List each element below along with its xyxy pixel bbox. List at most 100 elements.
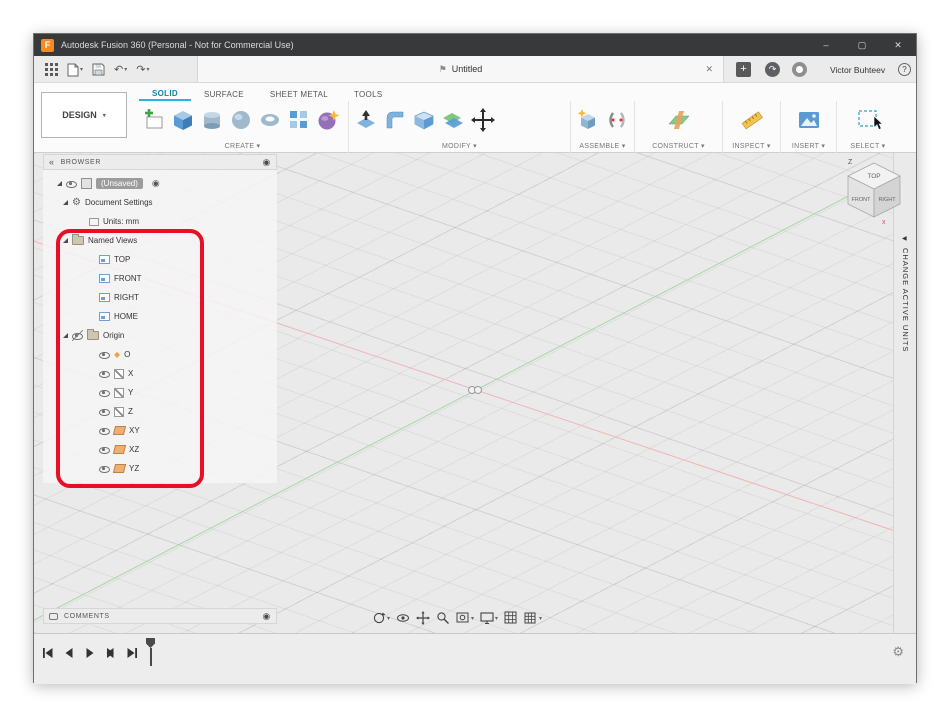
timeline-marker[interactable] <box>146 638 155 666</box>
user-account-button[interactable]: Victor Buhteev <box>830 56 885 83</box>
browser-item-y-axis[interactable]: Y <box>43 383 277 402</box>
expand-triangle-icon[interactable] <box>57 181 62 186</box>
grid-settings-icon[interactable]: ▾ <box>524 611 542 625</box>
viewport[interactable]: « BROWSER ◉ (Unsaved) ◉ ⚙ Document Setti… <box>34 153 916 633</box>
expand-triangle-icon[interactable] <box>63 238 68 243</box>
browser-item-home-view[interactable]: HOME <box>43 307 277 326</box>
display-settings-icon[interactable]: ▾ <box>480 611 498 625</box>
timeline-settings-gear-icon[interactable]: ⚙ <box>892 644 904 660</box>
joint-icon[interactable] <box>605 108 629 137</box>
insert-menu[interactable]: INSERT ▾ <box>786 142 831 152</box>
select-menu[interactable]: SELECT ▾ <box>842 142 894 152</box>
document-tab[interactable]: ⚑ Untitled ✕ <box>197 56 724 82</box>
browser-item-right-view[interactable]: RIGHT <box>43 288 277 307</box>
activate-component-icon[interactable]: ◉ <box>152 178 160 189</box>
visibility-eye-icon[interactable] <box>99 406 110 417</box>
measure-icon[interactable] <box>740 108 764 137</box>
inspect-menu[interactable]: INSPECT ▾ <box>728 142 775 152</box>
caret-down-icon: ▾ <box>471 615 475 622</box>
construct-menu[interactable]: CONSTRUCT ▾ <box>640 142 717 152</box>
box-icon[interactable] <box>171 108 195 137</box>
expand-triangle-icon[interactable] <box>63 200 68 205</box>
file-menu-icon[interactable]: ▾ <box>67 63 83 77</box>
notification-icon[interactable] <box>792 62 807 77</box>
comments-circle-icon[interactable]: ◉ <box>263 611 271 622</box>
visibility-eye-icon[interactable] <box>99 349 110 360</box>
sphere-icon[interactable] <box>229 108 253 137</box>
expand-triangle-icon[interactable] <box>63 333 68 338</box>
visibility-eye-icon[interactable] <box>66 178 77 189</box>
save-icon[interactable] <box>92 63 105 76</box>
press-pull-icon[interactable] <box>354 108 378 137</box>
shell-icon[interactable] <box>412 108 436 137</box>
orbit-icon[interactable]: ▾ <box>372 611 390 625</box>
visibility-eye-icon[interactable] <box>99 444 110 455</box>
visibility-eye-icon[interactable] <box>99 463 110 474</box>
undo-icon[interactable]: ↶ ▾ <box>114 63 127 76</box>
visibility-eye-icon[interactable] <box>99 368 110 379</box>
create-menu[interactable]: CREATE ▾ <box>142 142 343 152</box>
browser-item-front-view[interactable]: FRONT <box>43 269 277 288</box>
visibility-eye-icon[interactable] <box>99 387 110 398</box>
close-button[interactable]: ✕ <box>880 34 916 56</box>
workspace-selector[interactable]: DESIGN ▾ <box>41 92 127 138</box>
step-back-icon[interactable] <box>63 646 75 664</box>
insert-image-icon[interactable] <box>797 108 821 137</box>
visibility-eye-icon[interactable] <box>99 425 110 436</box>
change-active-units-link[interactable]: CHANGE ACTIVE UNITS <box>901 248 910 352</box>
job-status-icon[interactable]: ↷ <box>765 62 780 77</box>
step-forward-icon[interactable] <box>105 646 117 664</box>
browser-item-document-settings[interactable]: ⚙ Document Settings <box>43 193 277 212</box>
fillet-icon[interactable] <box>383 108 407 137</box>
cylinder-icon[interactable] <box>200 108 224 137</box>
assemble-menu[interactable]: ASSEMBLE ▾ <box>576 142 629 152</box>
torus-icon[interactable] <box>258 108 282 137</box>
pattern-icon[interactable] <box>287 108 311 137</box>
redo-icon[interactable]: ↷ ▾ <box>136 63 149 76</box>
combine-icon[interactable] <box>441 108 465 137</box>
help-button[interactable]: ? <box>898 63 911 76</box>
browser-item-yz-plane[interactable]: YZ <box>43 459 277 478</box>
browser-item-units[interactable]: Units: mm <box>43 212 277 231</box>
svg-text:FRONT: FRONT <box>852 197 872 203</box>
visibility-eye-off-icon[interactable] <box>72 330 83 341</box>
tab-solid[interactable]: SOLID <box>139 86 191 101</box>
look-at-icon[interactable] <box>396 611 410 625</box>
tab-tools[interactable]: TOOLS <box>341 87 395 101</box>
fit-icon[interactable]: ▾ <box>456 611 474 625</box>
grid-icon[interactable] <box>504 611 518 625</box>
create-sketch-icon[interactable] <box>142 108 166 137</box>
comments-bar[interactable]: COMMENTS ◉ <box>43 608 277 624</box>
origin-marker <box>468 386 482 394</box>
browser-item-xz-plane[interactable]: XZ <box>43 440 277 459</box>
browser-header[interactable]: « BROWSER ◉ <box>43 154 277 170</box>
new-component-icon[interactable] <box>576 108 600 137</box>
maximize-button[interactable]: ▢ <box>844 34 880 56</box>
construction-plane-icon[interactable] <box>667 108 691 137</box>
browser-item-z-axis[interactable]: Z <box>43 402 277 421</box>
tab-sheet-metal[interactable]: SHEET METAL <box>257 87 341 101</box>
browser-item-x-axis[interactable]: X <box>43 364 277 383</box>
move-icon[interactable] <box>470 107 496 138</box>
go-to-end-icon[interactable] <box>126 646 138 664</box>
browser-item-origin-point[interactable]: ◆ O <box>43 345 277 364</box>
browser-item-top-view[interactable]: TOP <box>43 250 277 269</box>
viewcube[interactable]: Z TOP FRONT RIGHT x <box>834 155 916 239</box>
browser-item-root[interactable]: (Unsaved) ◉ <box>43 174 277 193</box>
collapse-panel-icon[interactable]: « <box>49 158 55 167</box>
browser-item-origin[interactable]: Origin <box>43 326 277 345</box>
tab-surface[interactable]: SURFACE <box>191 87 257 101</box>
play-icon[interactable] <box>84 646 96 664</box>
new-tab-button[interactable]: + <box>736 62 751 77</box>
browser-item-xy-plane[interactable]: XY <box>43 421 277 440</box>
close-tab-icon[interactable]: ✕ <box>705 64 713 75</box>
minimize-button[interactable]: – <box>808 34 844 56</box>
app-launcher-icon[interactable] <box>45 63 58 76</box>
browser-item-named-views[interactable]: Named Views <box>43 231 277 250</box>
go-to-start-icon[interactable] <box>42 646 54 664</box>
zoom-icon[interactable] <box>436 611 450 625</box>
form-icon[interactable] <box>316 108 340 137</box>
pan-icon[interactable] <box>416 611 431 625</box>
modify-menu[interactable]: MODIFY ▾ <box>354 142 565 152</box>
display-settings-circle-icon[interactable]: ◉ <box>263 157 271 168</box>
